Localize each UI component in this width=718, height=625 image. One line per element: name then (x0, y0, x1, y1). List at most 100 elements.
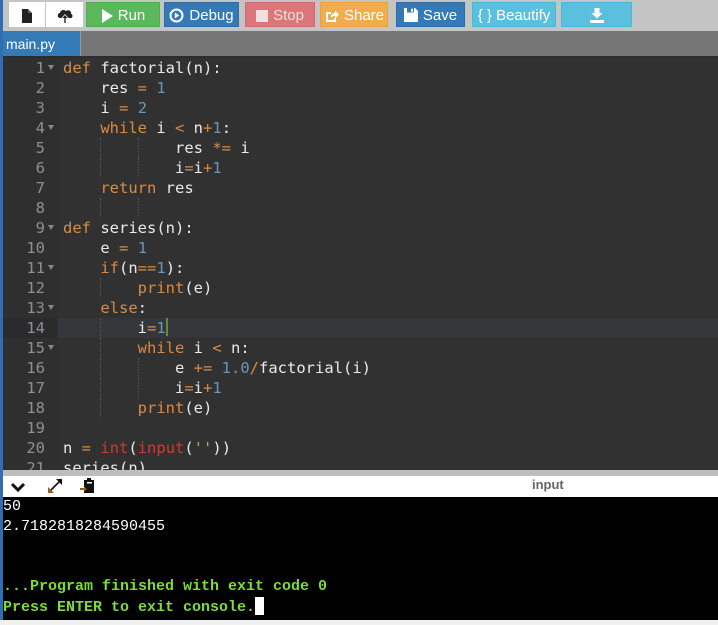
line-number: 2 (35, 79, 45, 97)
fold-arrow-icon[interactable] (48, 345, 54, 350)
code-text: n = int(input('')) (63, 439, 232, 457)
code-line[interactable]: 20 n = int(input('')) (3, 438, 718, 458)
code-line[interactable]: 11 if(n==1): (3, 258, 718, 278)
new-file-button[interactable] (9, 2, 45, 27)
code-line[interactable]: 4 while i < n+1: (3, 118, 718, 138)
code-line[interactable]: 18 print(e) (3, 398, 718, 418)
code-line[interactable]: 8 (3, 198, 718, 218)
code-editor[interactable]: 1 def factorial(n): 2 res = 13 i = 24 whil… (3, 58, 718, 470)
line-number-cell: 16 (3, 358, 58, 378)
code-text: while i < n: (137, 339, 250, 357)
fold-arrow-icon[interactable] (48, 65, 54, 70)
code-line[interactable]: 19 (3, 418, 718, 438)
paste-clipboard-icon[interactable] (79, 478, 99, 494)
fold-arrow-icon[interactable] (48, 125, 54, 130)
code-text: e += 1.0/factorial(i) (63, 359, 371, 377)
stop-label: Stop (273, 7, 304, 24)
line-number-cell: 18 (3, 398, 58, 418)
chevron-down-icon[interactable] (10, 478, 31, 494)
line-number: 20 (26, 439, 45, 457)
beautify-button[interactable]: { } Beautify (472, 2, 556, 27)
line-number-cell: 9 (3, 218, 58, 238)
code-text: i=i+1 (63, 379, 222, 397)
code-text: print(e) (137, 399, 213, 417)
code-line[interactable]: 16 e += 1.0/factorial(i) (3, 358, 718, 378)
save-button[interactable]: Save (396, 2, 465, 27)
line-number-cell: 4 (3, 118, 58, 138)
code-line[interactable]: 3 i = 2 (3, 98, 718, 118)
fold-arrow-icon[interactable] (48, 265, 54, 270)
line-number: 5 (35, 139, 45, 157)
press-enter-line: Press ENTER to exit console. (3, 597, 265, 618)
share-button[interactable]: Share (320, 2, 388, 27)
line-number: 6 (35, 159, 45, 177)
line-number: 19 (26, 419, 45, 437)
console-output[interactable]: 50 2.7182818284590455 ...Program finishe… (3, 497, 718, 620)
code-line[interactable]: 12 print(e) (3, 278, 718, 298)
line-number-cell: 10 (3, 238, 58, 258)
console-line: 50 (3, 498, 22, 515)
console-line: 2.7182818284590455 (3, 518, 166, 535)
code-text: e = 1 (63, 239, 148, 257)
line-number-cell: 3 (3, 98, 58, 118)
debug-button[interactable]: Debug (164, 2, 239, 27)
code-line[interactable]: 1 def factorial(n): (3, 58, 718, 78)
upload-button[interactable] (46, 2, 83, 27)
code-line[interactable]: 7 return res (3, 178, 718, 198)
stop-button[interactable]: Stop (245, 2, 315, 27)
line-number: 10 (26, 239, 45, 257)
code-text: res = 1 (63, 79, 166, 97)
code-line[interactable]: 15 while i < n: (3, 338, 718, 358)
debug-label: Debug (189, 7, 234, 24)
text-cursor (165, 318, 168, 336)
expand-arrows-icon[interactable] (47, 478, 67, 494)
new-file-icon (22, 9, 32, 23)
file-tab-bar: main.py (3, 31, 718, 58)
line-number-cell: 21 (3, 458, 58, 470)
indent-guide (137, 198, 139, 218)
terminal-cursor (255, 597, 265, 615)
fold-arrow-icon[interactable] (48, 305, 54, 310)
line-number: 16 (26, 359, 45, 377)
code-line[interactable]: 5 res *= i (3, 138, 718, 158)
line-number-cell: 13 (3, 298, 58, 318)
line-number-cell: 19 (3, 418, 58, 438)
line-number-cell: 1 (3, 58, 58, 78)
download-button[interactable] (561, 2, 632, 27)
stop-square-icon (256, 3, 269, 30)
code-text: i=1 (63, 318, 168, 337)
line-number: 15 (26, 339, 45, 357)
code-line[interactable]: 21 series(n) (3, 458, 718, 470)
code-text: def series(n): (63, 219, 194, 237)
code-text: else: (100, 299, 147, 317)
play-icon (101, 3, 113, 31)
code-line[interactable]: 17 i=i+1 (3, 378, 718, 398)
fold-arrow-icon[interactable] (48, 225, 54, 230)
code-text: while i < n+1: (100, 119, 232, 137)
tab-main-py[interactable]: main.py (3, 31, 81, 58)
line-number-cell: 12 (3, 278, 58, 298)
line-number: 7 (35, 179, 45, 197)
code-text: def factorial(n): (63, 59, 222, 77)
line-number-cell: 8 (3, 198, 58, 218)
line-number: 21 (26, 459, 45, 470)
run-button[interactable]: Run (86, 2, 160, 27)
code-text: if(n==1): (100, 259, 185, 277)
code-line[interactable]: 6 i=i+1 (3, 158, 718, 178)
debug-circle-icon (169, 3, 184, 31)
exit-status-line: ...Program finished with exit code 0 (3, 578, 328, 595)
code-line[interactable]: 13 else: (3, 298, 718, 318)
floppy-disk-icon (403, 3, 418, 30)
code-text: print(e) (137, 279, 213, 297)
code-line[interactable]: 9 def series(n): (3, 218, 718, 238)
line-number-cell: 20 (3, 438, 58, 458)
line-number-cell: 15 (3, 338, 58, 358)
indent-guide (100, 198, 102, 218)
code-line[interactable]: 14 i=1 (3, 318, 718, 338)
code-line[interactable]: 2 res = 1 (3, 78, 718, 98)
line-number: 8 (35, 199, 45, 217)
tab-label: main.py (6, 36, 56, 52)
press-enter-text: Press ENTER to exit console. (3, 599, 256, 616)
code-line[interactable]: 10 e = 1 (3, 238, 718, 258)
line-number-cell: 17 (3, 378, 58, 398)
